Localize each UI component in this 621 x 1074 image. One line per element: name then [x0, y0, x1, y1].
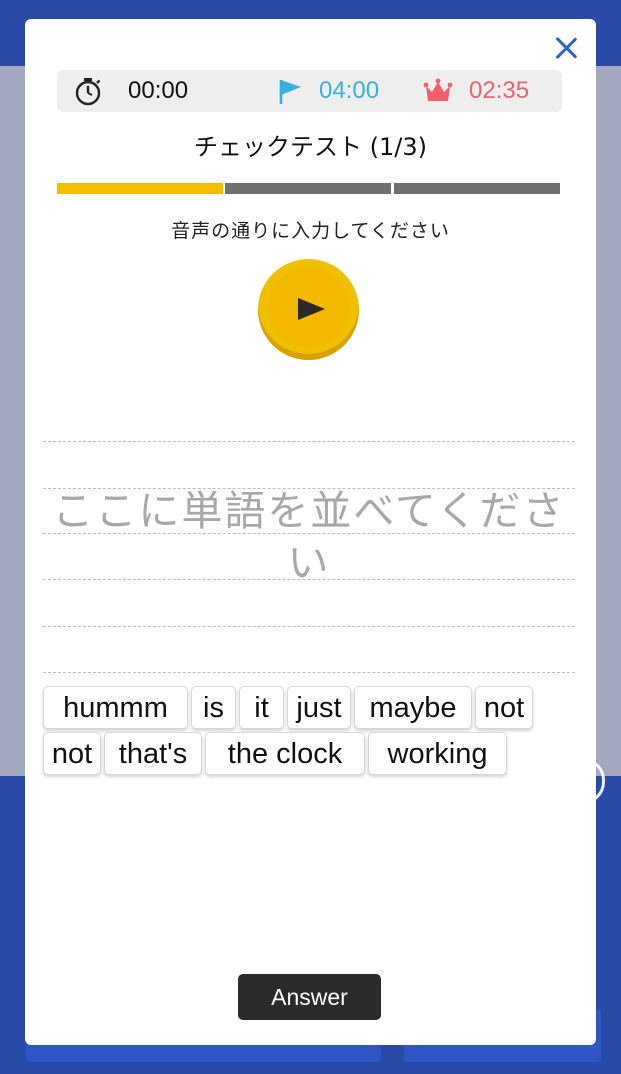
close-icon[interactable]: [551, 33, 581, 63]
word-chip[interactable]: that's: [104, 732, 202, 775]
word-chip[interactable]: not: [475, 686, 533, 729]
check-test-modal: 00:00 04:00 02:35 チェックテスト (1/3) 音声の通りに入力…: [25, 19, 596, 1045]
stopwatch-icon: [75, 78, 101, 106]
flag-icon: [279, 80, 301, 104]
play-icon: [298, 298, 325, 320]
guide-line: [43, 626, 575, 627]
crown-icon: [423, 78, 453, 101]
word-chip[interactable]: just: [287, 686, 351, 729]
guide-line: [43, 672, 575, 673]
test-title: チェックテスト (1/3): [194, 133, 427, 161]
target-time: 04:00: [319, 77, 380, 104]
word-chip[interactable]: it: [239, 686, 284, 729]
word-chip[interactable]: maybe: [354, 686, 472, 729]
word-chip[interactable]: the clock: [205, 732, 365, 775]
word-chip[interactable]: working: [368, 732, 507, 775]
word-chip[interactable]: not: [43, 732, 101, 775]
progress-segment-2: [225, 183, 391, 194]
word-chip[interactable]: hummm: [43, 686, 188, 729]
answer-button[interactable]: Answer: [238, 974, 381, 1020]
progress-segment-3: [394, 183, 560, 194]
progress-segment-1: [57, 183, 223, 194]
play-audio-button[interactable]: [258, 259, 359, 360]
answer-placeholder: ここに単語を並べてください: [52, 487, 566, 587]
best-time: 02:35: [469, 77, 530, 104]
instruction-text: 音声の通りに入力してください: [171, 220, 450, 242]
guide-line: [43, 441, 575, 442]
timer-bar: 00:00 04:00 02:35: [57, 70, 562, 112]
answer-drop-zone[interactable]: ここに単語を並べてください: [43, 441, 575, 673]
word-chip[interactable]: is: [191, 686, 236, 729]
elapsed-time: 00:00: [128, 77, 189, 104]
